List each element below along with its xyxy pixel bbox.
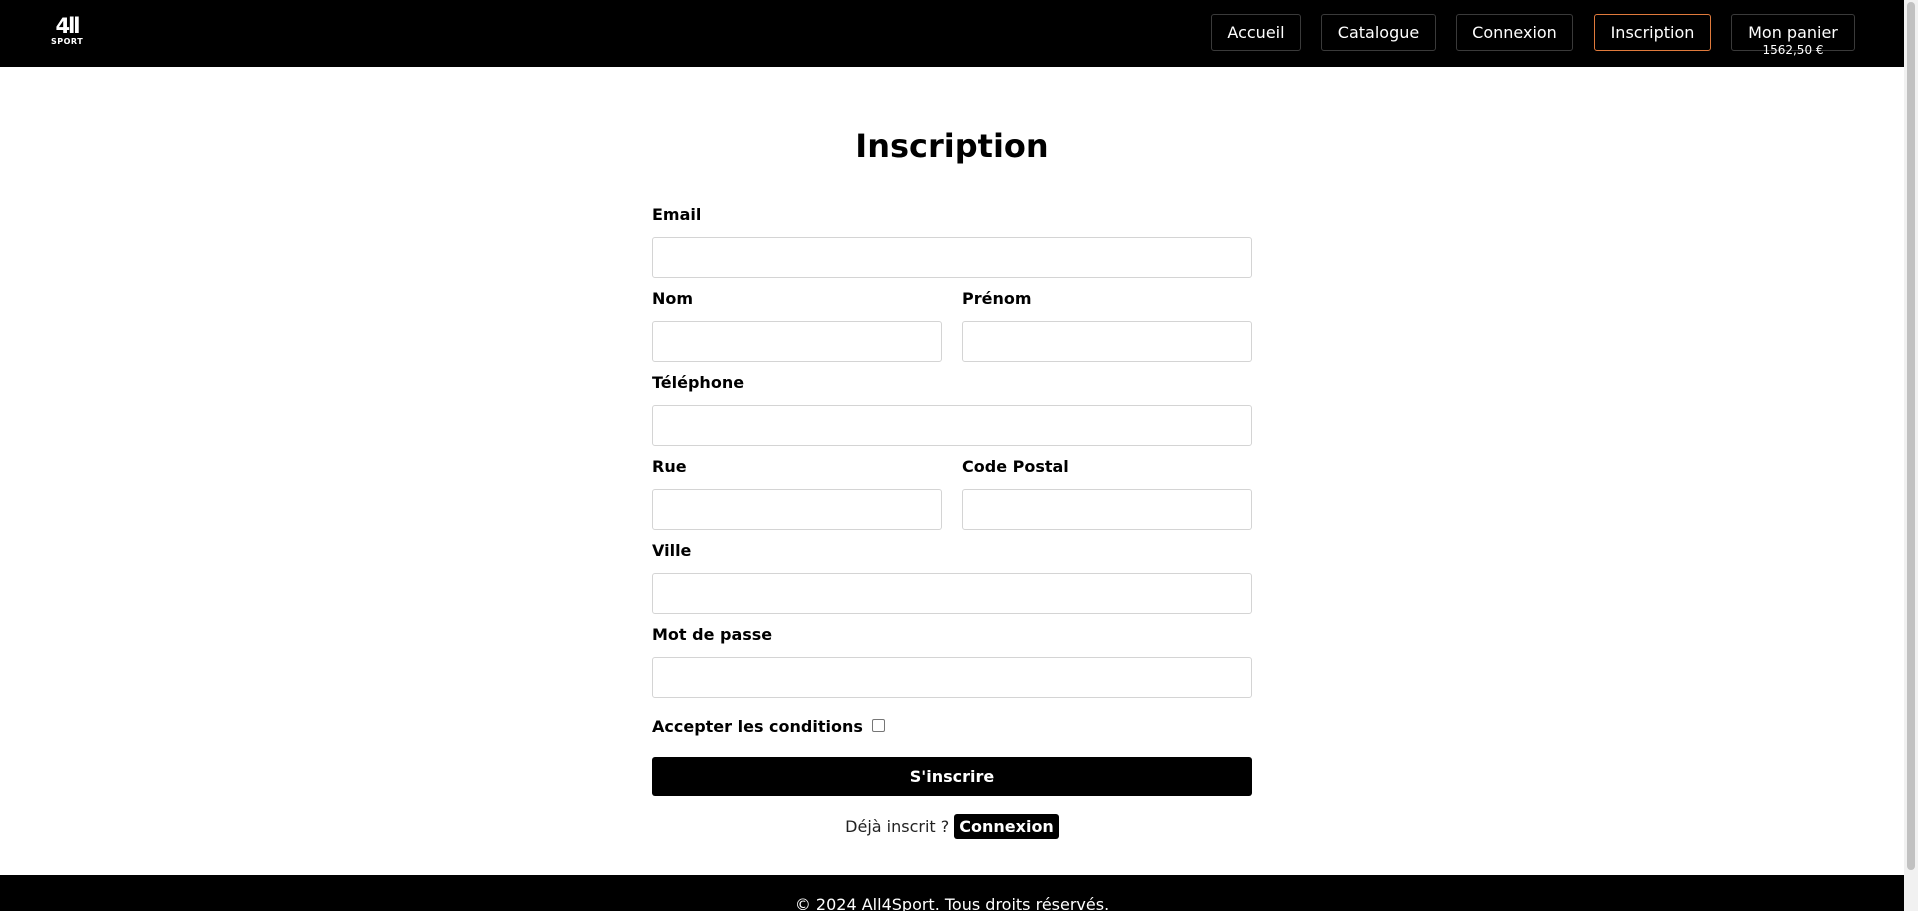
email-field[interactable] (652, 237, 1252, 278)
rue-field[interactable] (652, 489, 942, 530)
terms-label: Accepter les conditions (652, 717, 863, 736)
ville-label: Ville (652, 541, 692, 560)
already-registered-row: Déjà inscrit ? Connexion (0, 812, 1904, 840)
nav-inscription-button[interactable]: Inscription (1594, 14, 1711, 51)
nav-catalogue-button[interactable]: Catalogue (1321, 14, 1436, 51)
telephone-field[interactable] (652, 405, 1252, 446)
email-label: Email (652, 205, 702, 224)
ville-field[interactable] (652, 573, 1252, 614)
terms-row: Accepter les conditions (652, 717, 885, 737)
telephone-label: Téléphone (652, 373, 745, 392)
prenom-field[interactable] (962, 321, 1252, 362)
already-registered-text: Déjà inscrit ? (845, 816, 950, 836)
nom-field[interactable] (652, 321, 942, 362)
top-navbar: 4ll SPORT Accueil Catalogue Connexion In… (0, 0, 1904, 67)
code-postal-label: Code Postal (962, 457, 1069, 476)
cart-total: 1562,50 € (1762, 43, 1824, 57)
page-scrollbar[interactable] (1904, 0, 1918, 911)
nav-connexion-button[interactable]: Connexion (1456, 14, 1573, 51)
page-title: Inscription (855, 127, 1049, 165)
signup-submit-button[interactable]: S'inscrire (652, 757, 1252, 796)
page: 4ll SPORT Accueil Catalogue Connexion In… (0, 0, 1904, 911)
terms-checkbox[interactable] (871, 718, 885, 732)
password-field[interactable] (652, 657, 1252, 698)
all4sport-logo[interactable]: 4ll SPORT (51, 15, 83, 49)
code-postal-field[interactable] (962, 489, 1252, 530)
footer-copyright: © 2024 All4Sport. Tous droits réservés. (794, 895, 1110, 911)
prenom-label: Prénom (962, 289, 1032, 308)
login-link-button[interactable]: Connexion (954, 813, 1059, 839)
rue-label: Rue (652, 457, 687, 476)
scrollbar-thumb[interactable] (1907, 2, 1915, 870)
footer: © 2024 All4Sport. Tous droits réservés. (0, 875, 1904, 911)
nav-accueil-button[interactable]: Accueil (1211, 14, 1301, 51)
password-label: Mot de passe (652, 625, 773, 644)
nom-label: Nom (652, 289, 694, 308)
